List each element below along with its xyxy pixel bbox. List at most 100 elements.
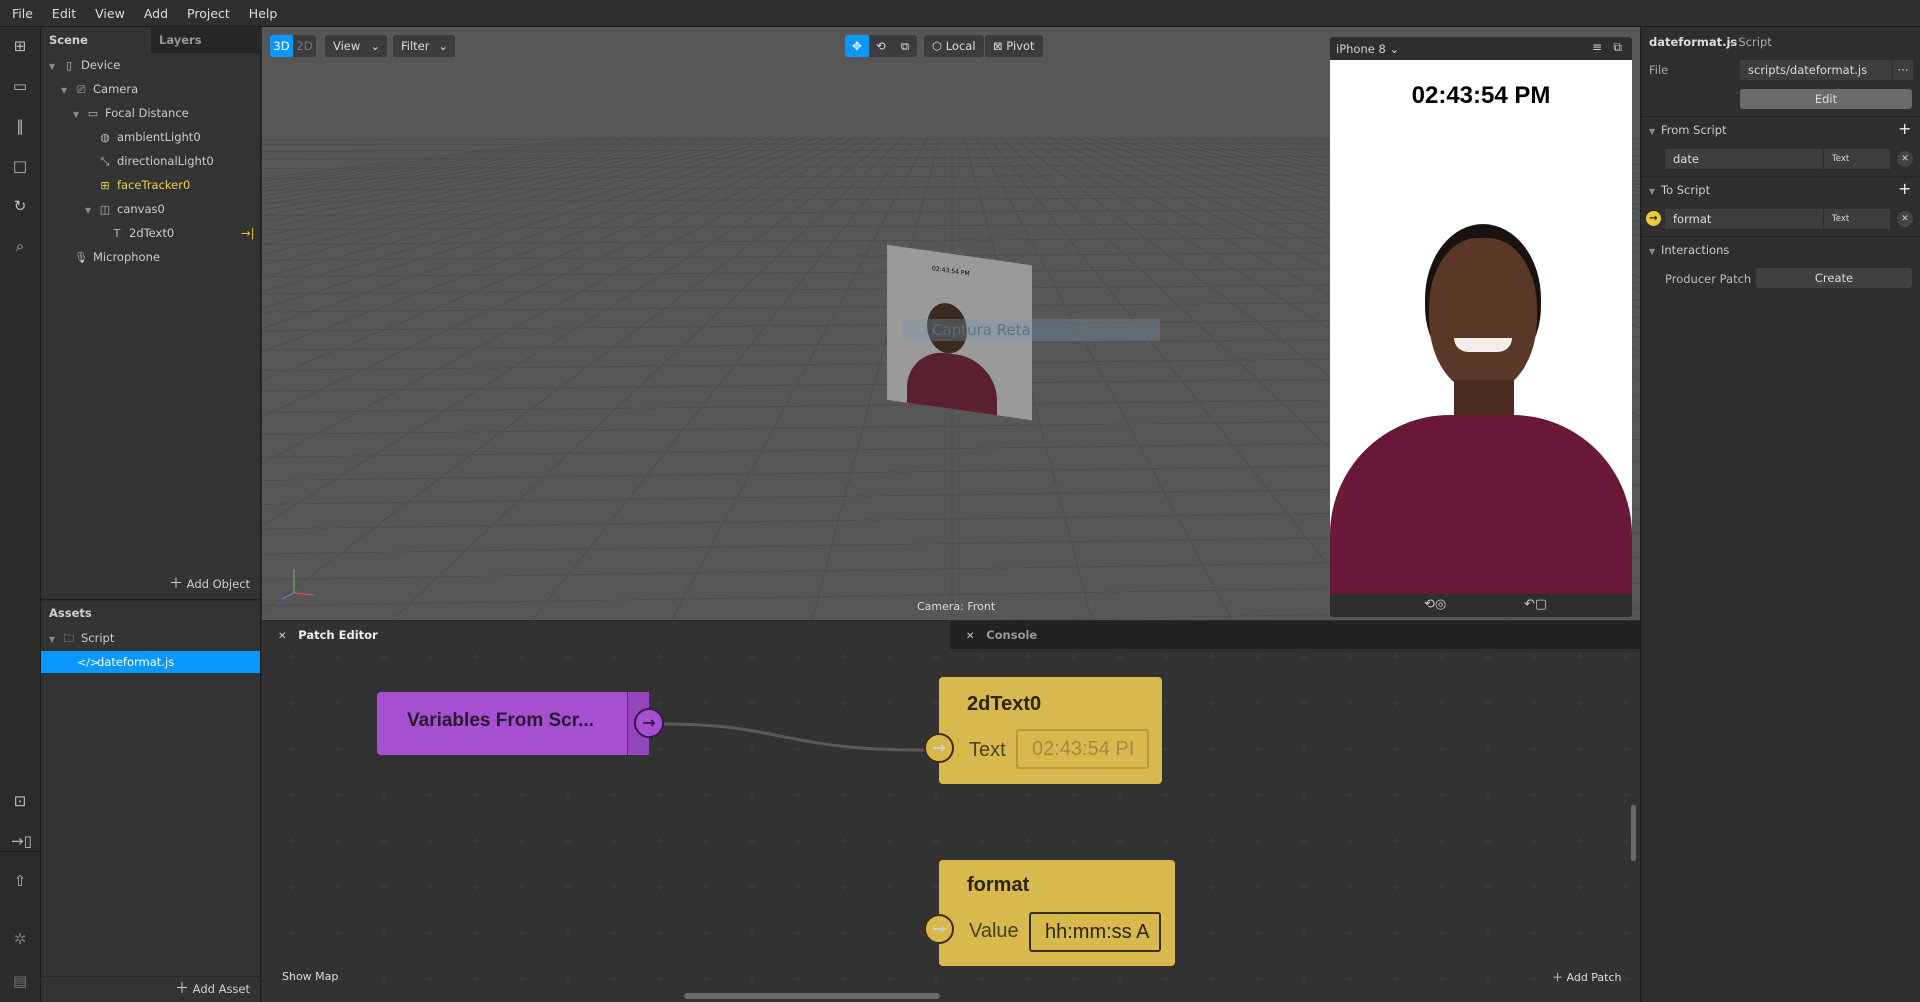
vertical-scrollbar[interactable] — [1631, 805, 1636, 861]
menu-help[interactable]: Help — [249, 6, 278, 21]
output-port-arrow-icon[interactable]: → — [634, 708, 664, 738]
pivot-button[interactable]: ⊠ Pivot — [985, 35, 1043, 57]
expand-triangle-icon[interactable]: ▼ — [73, 104, 85, 126]
2dtext0-node[interactable]: 2dText0 Text 02:43:54 PI — [939, 677, 1162, 784]
menu-view[interactable]: View — [95, 6, 125, 21]
horizontal-scrollbar[interactable] — [684, 993, 940, 999]
rotate-icon[interactable]: ⟲ — [869, 35, 893, 57]
to-script-name-field[interactable]: format — [1665, 209, 1823, 229]
add-to-script-icon[interactable]: + — [1898, 179, 1911, 198]
remove-from-script-icon[interactable]: ✕ — [1897, 151, 1913, 167]
menu-bar: File Edit View Add Project Help — [0, 0, 1920, 27]
asset-file-dateformat[interactable]: </>dateformat.js — [41, 651, 260, 673]
linked-badge-icon[interactable]: →| — [241, 222, 255, 244]
from-script-name-field[interactable]: date — [1665, 149, 1823, 169]
file-path-field[interactable]: scripts/dateformat.js — [1740, 60, 1892, 80]
transform-tools: ✥ ⟲ ⧉ — [845, 35, 917, 57]
view-dropdown[interactable]: View ⌄ — [325, 35, 387, 57]
browse-file-button[interactable]: ··· — [1893, 60, 1913, 80]
scene-tree-item[interactable]: ⊞ faceTracker0 — [85, 174, 190, 196]
add-patch-button[interactable]: ＋ Add Patch — [1552, 969, 1622, 985]
camera-label: Camera: Front — [917, 600, 996, 613]
scale-icon[interactable]: ⧉ — [893, 35, 917, 57]
text-input-port-arrow-icon[interactable]: → — [924, 733, 954, 763]
tree-item-label: directionalLight0 — [117, 154, 214, 168]
variables-from-script-node[interactable]: Variables From Scr... → — [377, 692, 664, 755]
filter-dropdown[interactable]: Filter ⌄ — [393, 35, 455, 57]
format-value-field[interactable]: hh:mm:ss A — [1029, 912, 1161, 952]
scene-tree-item[interactable]: ◍ ambientLight0 — [85, 126, 200, 148]
tab-scene[interactable]: Scene — [41, 27, 151, 53]
device-dropdown[interactable]: iPhone 8 ⌄ — [1336, 40, 1399, 58]
from-script-type-select[interactable]: Text — [1824, 149, 1890, 169]
asset-folder-script[interactable]: ▼ 🗀 Script — [49, 627, 114, 649]
plus-icon: ＋ — [175, 981, 189, 997]
mode-2d-button[interactable]: 2D — [293, 35, 316, 57]
switch-camera-icon[interactable]: ⟲◎ — [1424, 597, 1446, 612]
scene-tree-item[interactable]: ▼ ⎚ Camera — [61, 78, 138, 100]
section-interactions[interactable]: ▼ Interactions — [1649, 239, 1729, 261]
camera-icon: ⎚ — [76, 83, 86, 96]
menu-file[interactable]: File — [12, 6, 33, 21]
pivot-icon: ⊠ — [993, 39, 1003, 53]
show-map-button[interactable]: Show Map — [282, 970, 338, 983]
producer-patch-label: Producer Patch — [1665, 272, 1752, 286]
layout-icon[interactable]: ⊞ — [11, 37, 29, 55]
rotate-device-icon[interactable]: ↶▢ — [1524, 597, 1547, 612]
docs-icon[interactable]: ▤ — [11, 972, 29, 990]
local-button[interactable]: ⬡ Local — [924, 35, 984, 57]
inspector-panel: dateformat.js – Script File scripts/date… — [1640, 27, 1920, 1002]
tree-item-label: faceTracker0 — [117, 178, 191, 192]
scene-tree-item[interactable]: 🎙 Microphone — [61, 246, 160, 268]
create-button[interactable]: Create — [1756, 268, 1912, 288]
menu-edit[interactable]: Edit — [52, 6, 76, 21]
expand-triangle-icon[interactable]: ▼ — [85, 200, 97, 222]
scene-tree-item[interactable]: T 2dText0 →| — [97, 222, 255, 244]
menu-project[interactable]: Project — [187, 6, 230, 21]
add-asset-button[interactable]: ＋ Add Asset — [175, 977, 250, 1001]
preview-time-text: 02:43:54 PM — [1411, 82, 1551, 109]
stop-icon[interactable]: □ — [11, 157, 29, 175]
preview-screen: 02:43:54 PM — [1330, 60, 1632, 594]
upload-icon[interactable]: ⇧ — [11, 872, 29, 890]
remove-to-script-icon[interactable]: ✕ — [1897, 211, 1913, 227]
scene-tree-item[interactable]: ▼ ◫ canvas0 — [85, 198, 165, 220]
value-input-port-arrow-icon[interactable]: → — [924, 914, 954, 944]
section-to-script[interactable]: ▼ To Script — [1649, 179, 1710, 201]
globe-icon: ◍ — [100, 131, 110, 144]
send-to-device-icon[interactable]: →▯ — [11, 832, 32, 850]
add-from-script-icon[interactable]: + — [1898, 119, 1911, 138]
bug-icon[interactable]: ✲ — [11, 930, 29, 948]
patch-arrow-icon[interactable]: → — [1646, 211, 1661, 226]
text-value-field[interactable]: 02:43:54 PI — [1016, 729, 1149, 769]
expand-triangle-icon[interactable]: ▼ — [61, 80, 73, 102]
pause-icon[interactable]: ‖ — [11, 117, 29, 135]
section-from-script[interactable]: ▼ From Script — [1649, 119, 1727, 141]
person-smile — [1454, 338, 1512, 352]
move-icon[interactable]: ✥ — [845, 35, 869, 57]
to-script-type-select[interactable]: Text — [1824, 209, 1890, 229]
tab-layers[interactable]: Layers — [151, 27, 261, 53]
popout-icon[interactable]: ⧉ — [1613, 40, 1622, 55]
scene-tree-item[interactable]: ▼ ▯ Device — [49, 54, 120, 76]
inspector-subtitle: – Script — [1729, 35, 1772, 49]
folder-icon: 🗀 — [63, 632, 75, 645]
new-folder-icon[interactable]: ⊡ — [11, 792, 29, 810]
expand-triangle-icon[interactable]: ▼ — [49, 56, 61, 78]
overlay-label: Captura Retangular — [902, 319, 1160, 341]
scene-tree-item[interactable]: ▼ ▭ Focal Distance — [73, 102, 189, 124]
camera-icon[interactable]: ▭ — [11, 77, 29, 95]
menu-icon[interactable]: ≡ — [1592, 40, 1602, 54]
edit-button[interactable]: Edit — [1740, 89, 1912, 109]
scene-tree-item[interactable]: ⤡ directionalLight0 — [85, 150, 214, 172]
menu-add[interactable]: Add — [144, 6, 168, 21]
ruler-icon: ▭ — [87, 107, 99, 120]
search-icon[interactable]: ⌕ — [11, 237, 29, 255]
microphone-icon: 🎙 — [74, 251, 88, 264]
refresh-icon[interactable]: ↻ — [11, 197, 29, 215]
patch-editor[interactable]: ✕ Patch Editor ✕ Console Variables From … — [262, 621, 1640, 1002]
directional-light-icon: ⤡ — [100, 155, 110, 168]
format-node[interactable]: format Value hh:mm:ss A — [939, 860, 1175, 966]
mode-3d-button[interactable]: 3D — [270, 35, 293, 57]
add-object-button[interactable]: ＋ Add Object — [169, 573, 250, 593]
